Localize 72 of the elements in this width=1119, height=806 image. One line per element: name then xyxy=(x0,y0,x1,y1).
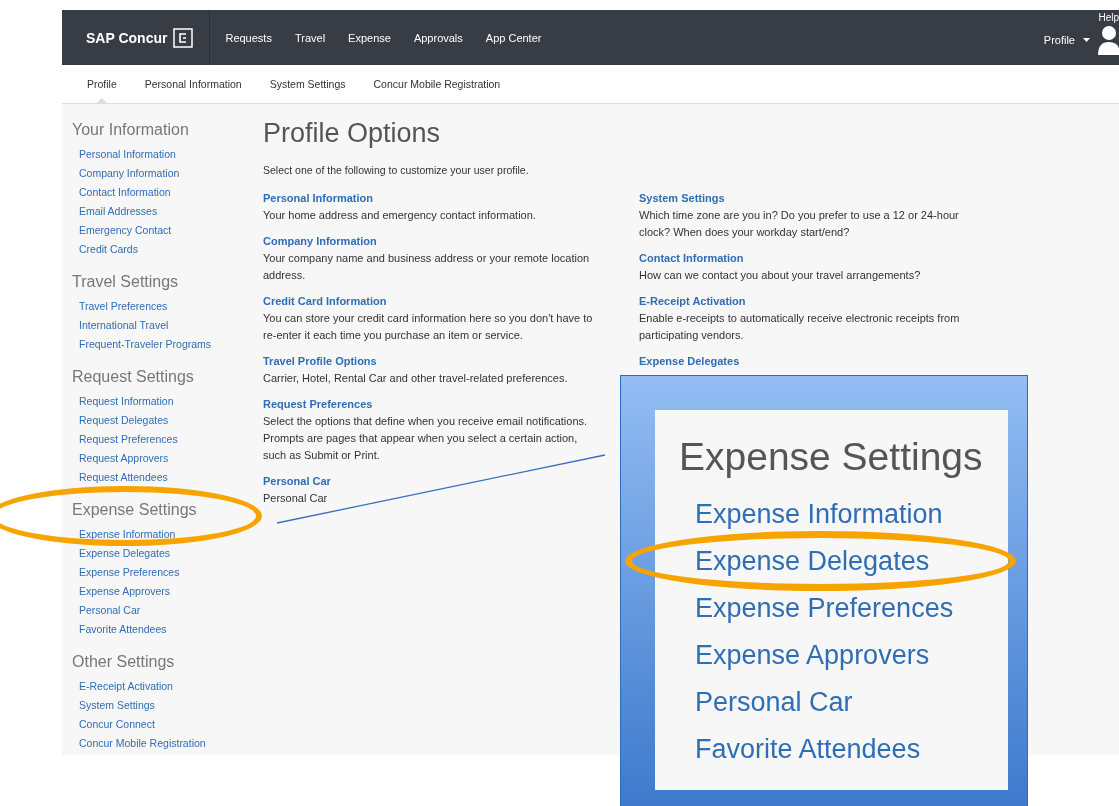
profile-menu[interactable]: Profile xyxy=(1043,34,1075,46)
option-description: Personal Car xyxy=(263,491,329,506)
tab[interactable]: Concur Mobile Registration xyxy=(373,65,501,103)
caret-icon xyxy=(1083,38,1090,42)
logo-text[interactable]: SAP Concur xyxy=(86,29,168,46)
page-title: Profile Options xyxy=(263,117,442,150)
help-link[interactable]: Help xyxy=(1098,12,1119,23)
option-link[interactable]: Expense Delegates xyxy=(639,353,974,370)
sidebar-link[interactable]: Concur Connect xyxy=(72,719,155,730)
option-link[interactable]: Credit Card Information xyxy=(263,293,598,310)
sidebar-link[interactable]: Request Delegates xyxy=(72,415,169,426)
sidebar-link[interactable]: Request Information xyxy=(72,396,174,407)
sidebar-link[interactable]: E-Receipt Activation xyxy=(72,681,173,692)
sidebar-link[interactable]: Personal Information xyxy=(72,149,176,160)
callout-link[interactable]: Personal Car xyxy=(695,686,853,718)
sidebar-link[interactable]: Request Preferences xyxy=(72,434,178,445)
option-description: How can we contact you about your travel arrangements? xyxy=(639,268,922,283)
section-heading: Expense Settings xyxy=(72,500,197,520)
sidebar-link[interactable]: Company Information xyxy=(72,168,180,179)
tab[interactable]: Personal Information xyxy=(144,65,242,103)
sidebar-link[interactable]: Credit Cards xyxy=(72,244,138,255)
option-link[interactable]: Company Information xyxy=(263,233,598,250)
sidebar-link[interactable]: Request Approvers xyxy=(72,453,169,464)
option-description: Enable e-receipts to automatically receive electronic receipts from participating vendors. xyxy=(639,311,961,343)
nav-link[interactable]: Travel xyxy=(294,31,326,44)
sidebar-link[interactable]: International Travel xyxy=(72,320,169,331)
sidebar-link[interactable]: Expense Information xyxy=(72,529,176,540)
sidebar-link[interactable]: Email Addresses xyxy=(72,206,158,217)
sidebar-link[interactable]: Expense Preferences xyxy=(72,567,180,578)
option-link[interactable]: Contact Information xyxy=(639,250,974,267)
sidebar-link[interactable]: Request Attendees xyxy=(72,472,168,483)
logo-mark-icon xyxy=(173,27,194,48)
callout-link[interactable]: Expense Approvers xyxy=(695,639,930,671)
nav-link[interactable]: Approvals xyxy=(413,31,463,44)
sidebar-link[interactable]: Expense Approvers xyxy=(72,586,171,597)
user-icon[interactable] xyxy=(1098,25,1119,55)
option-link[interactable]: E-Receipt Activation xyxy=(639,293,974,310)
option-description: Your company name and business address or your remote location address. xyxy=(263,251,591,283)
section-heading: Your Information xyxy=(72,120,189,140)
sidebar-link[interactable]: Emergency Contact xyxy=(72,225,172,236)
section-heading: Travel Settings xyxy=(72,272,179,292)
sidebar-link[interactable]: Contact Information xyxy=(72,187,171,198)
sidebar-link[interactable]: Travel Preferences xyxy=(72,301,168,312)
sidebar-link[interactable]: Expense Delegates xyxy=(72,548,171,559)
tab[interactable]: Profile xyxy=(87,65,117,103)
sidebar-link[interactable]: Personal Car xyxy=(72,605,141,616)
callout-link[interactable]: Expense Preferences xyxy=(695,592,954,624)
nav-link[interactable]: App Center xyxy=(485,31,542,44)
option-link[interactable]: Travel Profile Options xyxy=(263,353,598,370)
option-description: Select the options that define when you receive email notifications. Prompts are pages that appear when you select a certain action, such as Submit or Print. xyxy=(263,414,589,463)
option-description: You can store your credit card information here so you don't have to re-enter it each time you purchase an item or service. xyxy=(263,311,594,343)
section-heading: Request Settings xyxy=(72,367,194,387)
option-link[interactable]: Request Preferences xyxy=(263,396,598,413)
option-link[interactable]: Personal Car xyxy=(263,473,598,490)
option-link[interactable]: System Settings xyxy=(639,190,974,207)
option-description: Which time zone are you in? Do you prefer to use a 12 or 24-hour clock? When does your workday start/end? xyxy=(639,208,960,240)
callout-link[interactable]: Expense Delegates xyxy=(695,545,930,577)
nav-link[interactable]: Expense xyxy=(348,31,391,44)
sidebar-link[interactable]: Favorite Attendees xyxy=(72,624,167,635)
tab[interactable]: System Settings xyxy=(269,65,346,103)
sidebar-link[interactable]: System Settings xyxy=(72,700,155,711)
intro-text: Select one of the following to customize your user profile. xyxy=(263,163,530,178)
nav-link[interactable]: Requests xyxy=(225,31,272,44)
section-heading: Other Settings xyxy=(72,652,175,672)
option-description: Your home address and emergency contact information. xyxy=(263,208,537,223)
option-description: Carrier, Hotel, Rental Car and other travel-related preferences. xyxy=(263,371,569,386)
option-link[interactable]: Personal Information xyxy=(263,190,598,207)
callout-link[interactable]: Favorite Attendees xyxy=(695,733,921,765)
callout-heading: Expense Settings xyxy=(679,434,984,480)
sidebar-link[interactable]: Frequent-Traveler Programs xyxy=(72,339,212,350)
callout-link[interactable]: Expense Information xyxy=(695,498,943,530)
sidebar-link[interactable]: Concur Mobile Registration xyxy=(72,738,206,749)
